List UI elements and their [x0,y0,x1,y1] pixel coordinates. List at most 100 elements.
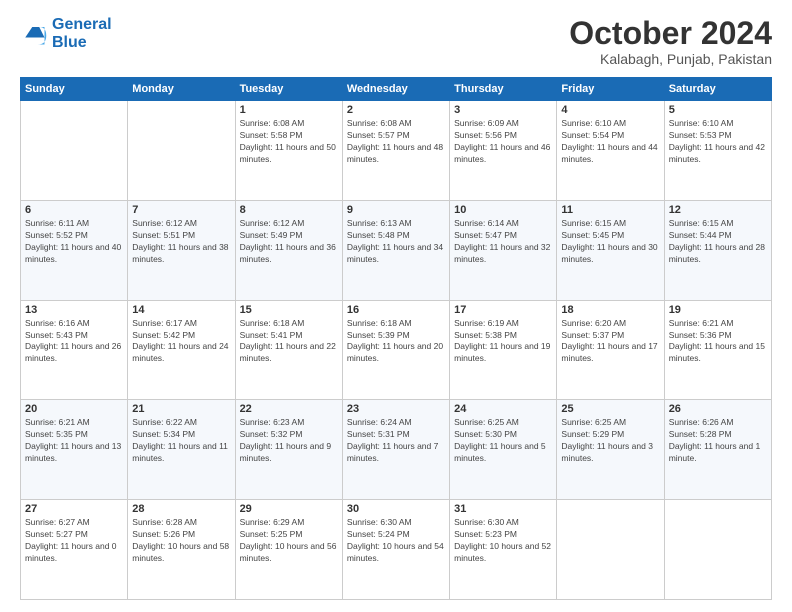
calendar-cell: 9 Sunrise: 6:13 AM Sunset: 5:48 PM Daylig… [342,200,449,300]
day-number: 15 [240,304,338,316]
day-detail: Sunrise: 6:26 AM Sunset: 5:28 PM Dayligh… [669,417,767,465]
day-number: 16 [347,304,445,316]
day-number: 19 [669,304,767,316]
day-detail: Sunrise: 6:11 AM Sunset: 5:52 PM Dayligh… [25,218,123,266]
day-detail: Sunrise: 6:15 AM Sunset: 5:44 PM Dayligh… [669,218,767,266]
day-detail: Sunrise: 6:18 AM Sunset: 5:41 PM Dayligh… [240,318,338,366]
day-number: 13 [25,304,123,316]
calendar-cell: 30 Sunrise: 6:30 AM Sunset: 5:24 PM Dayli… [342,500,449,600]
logo-line2: Blue [52,34,87,51]
calendar-cell: 25Sunrise: 6:25 AM Sunset: 5:29 PM Dayli… [557,400,664,500]
title-block: October 2024 Kalabagh, Punjab, Pakistan [569,16,772,67]
calendar-cell: 6 Sunrise: 6:11 AM Sunset: 5:52 PM Daylig… [21,200,128,300]
calendar-cell: 20 Sunrise: 6:21 AM Sunset: 5:35 PM Dayli… [21,400,128,500]
day-number: 14 [132,304,230,316]
calendar-week-5: 27 Sunrise: 6:27 AM Sunset: 5:27 PM Dayli… [21,500,772,600]
month-title: October 2024 [569,16,772,51]
day-header-friday: Friday [557,78,664,101]
day-detail: Sunrise: 6:29 AM Sunset: 5:25 PM Dayligh… [240,517,338,565]
day-detail: Sunrise: 6:10 AM Sunset: 5:54 PM Dayligh… [561,118,659,166]
day-number: 12 [669,204,767,216]
day-detail: Sunrise: 6:13 AM Sunset: 5:48 PM Dayligh… [347,218,445,266]
day-detail: Sunrise: 6:16 AM Sunset: 5:43 PM Dayligh… [25,318,123,366]
calendar-cell: 8 Sunrise: 6:12 AM Sunset: 5:49 PM Daylig… [235,200,342,300]
day-detail: Sunrise: 6:17 AM Sunset: 5:42 PM Dayligh… [132,318,230,366]
calendar-week-2: 6 Sunrise: 6:11 AM Sunset: 5:52 PM Daylig… [21,200,772,300]
calendar-cell: 23 Sunrise: 6:24 AM Sunset: 5:31 PM Dayli… [342,400,449,500]
page: General Blue October 2024 Kalabagh, Punj… [0,0,792,612]
logo-line1: General [52,16,112,33]
logo-text: General Blue [52,16,112,51]
day-number: 18 [561,304,659,316]
day-number: 26 [669,403,767,415]
day-detail: Sunrise: 6:18 AM Sunset: 5:39 PM Dayligh… [347,318,445,366]
calendar-cell: 27 Sunrise: 6:27 AM Sunset: 5:27 PM Dayli… [21,500,128,600]
day-detail: Sunrise: 6:12 AM Sunset: 5:49 PM Dayligh… [240,218,338,266]
calendar-cell: 28Sunrise: 6:28 AM Sunset: 5:26 PM Dayli… [128,500,235,600]
calendar-cell: 11Sunrise: 6:15 AM Sunset: 5:45 PM Dayli… [557,200,664,300]
day-number: 8 [240,204,338,216]
day-number: 24 [454,403,552,415]
day-detail: Sunrise: 6:21 AM Sunset: 5:35 PM Dayligh… [25,417,123,465]
day-number: 20 [25,403,123,415]
day-number: 6 [25,204,123,216]
calendar-cell: 3 Sunrise: 6:09 AM Sunset: 5:56 PM Daylig… [450,101,557,201]
day-detail: Sunrise: 6:15 AM Sunset: 5:45 PM Dayligh… [561,218,659,266]
day-detail: Sunrise: 6:09 AM Sunset: 5:56 PM Dayligh… [454,118,552,166]
day-detail: Sunrise: 6:27 AM Sunset: 5:27 PM Dayligh… [25,517,123,565]
day-number: 7 [132,204,230,216]
calendar-week-3: 13 Sunrise: 6:16 AM Sunset: 5:43 PM Dayli… [21,300,772,400]
calendar-cell: 31 Sunrise: 6:30 AM Sunset: 5:23 PM Dayli… [450,500,557,600]
day-number: 31 [454,503,552,515]
day-number: 1 [240,104,338,116]
calendar-cell: 15 Sunrise: 6:18 AM Sunset: 5:41 PM Dayli… [235,300,342,400]
location: Kalabagh, Punjab, Pakistan [569,51,772,67]
day-number: 23 [347,403,445,415]
day-number: 30 [347,503,445,515]
calendar-cell [557,500,664,600]
day-detail: Sunrise: 6:10 AM Sunset: 5:53 PM Dayligh… [669,118,767,166]
day-header-tuesday: Tuesday [235,78,342,101]
calendar-cell: 7Sunrise: 6:12 AM Sunset: 5:51 PM Daylig… [128,200,235,300]
day-detail: Sunrise: 6:22 AM Sunset: 5:34 PM Dayligh… [132,417,230,465]
logo: General Blue [20,16,112,51]
calendar-cell: 17Sunrise: 6:19 AM Sunset: 5:38 PM Dayli… [450,300,557,400]
day-number: 25 [561,403,659,415]
calendar-cell: 21 Sunrise: 6:22 AM Sunset: 5:34 PM Dayli… [128,400,235,500]
day-detail: Sunrise: 6:08 AM Sunset: 5:57 PM Dayligh… [347,118,445,166]
day-number: 27 [25,503,123,515]
header: General Blue October 2024 Kalabagh, Punj… [20,16,772,67]
day-number: 29 [240,503,338,515]
day-detail: Sunrise: 6:30 AM Sunset: 5:24 PM Dayligh… [347,517,445,565]
day-detail: Sunrise: 6:20 AM Sunset: 5:37 PM Dayligh… [561,318,659,366]
calendar-cell: 19 Sunrise: 6:21 AM Sunset: 5:36 PM Dayli… [664,300,771,400]
day-number: 3 [454,104,552,116]
day-detail: Sunrise: 6:19 AM Sunset: 5:38 PM Dayligh… [454,318,552,366]
calendar-week-1: 1Sunrise: 6:08 AM Sunset: 5:58 PM Daylig… [21,101,772,201]
day-number: 4 [561,104,659,116]
day-header-thursday: Thursday [450,78,557,101]
day-number: 21 [132,403,230,415]
logo-icon [20,20,48,48]
calendar-cell: 5 Sunrise: 6:10 AM Sunset: 5:53 PM Daylig… [664,101,771,201]
calendar-cell: 2Sunrise: 6:08 AM Sunset: 5:57 PM Daylig… [342,101,449,201]
day-detail: Sunrise: 6:24 AM Sunset: 5:31 PM Dayligh… [347,417,445,465]
day-number: 5 [669,104,767,116]
day-detail: Sunrise: 6:14 AM Sunset: 5:47 PM Dayligh… [454,218,552,266]
day-number: 22 [240,403,338,415]
day-number: 9 [347,204,445,216]
calendar-week-4: 20 Sunrise: 6:21 AM Sunset: 5:35 PM Dayli… [21,400,772,500]
day-header-saturday: Saturday [664,78,771,101]
calendar-cell [21,101,128,201]
calendar-cell: 4 Sunrise: 6:10 AM Sunset: 5:54 PM Daylig… [557,101,664,201]
calendar-cell: 16 Sunrise: 6:18 AM Sunset: 5:39 PM Dayli… [342,300,449,400]
day-number: 28 [132,503,230,515]
calendar-cell: 29 Sunrise: 6:29 AM Sunset: 5:25 PM Dayli… [235,500,342,600]
day-detail: Sunrise: 6:25 AM Sunset: 5:30 PM Dayligh… [454,417,552,465]
day-detail: Sunrise: 6:30 AM Sunset: 5:23 PM Dayligh… [454,517,552,565]
day-detail: Sunrise: 6:23 AM Sunset: 5:32 PM Dayligh… [240,417,338,465]
day-number: 10 [454,204,552,216]
day-detail: Sunrise: 6:21 AM Sunset: 5:36 PM Dayligh… [669,318,767,366]
calendar-cell: 26 Sunrise: 6:26 AM Sunset: 5:28 PM Dayli… [664,400,771,500]
calendar-cell: 12 Sunrise: 6:15 AM Sunset: 5:44 PM Dayli… [664,200,771,300]
